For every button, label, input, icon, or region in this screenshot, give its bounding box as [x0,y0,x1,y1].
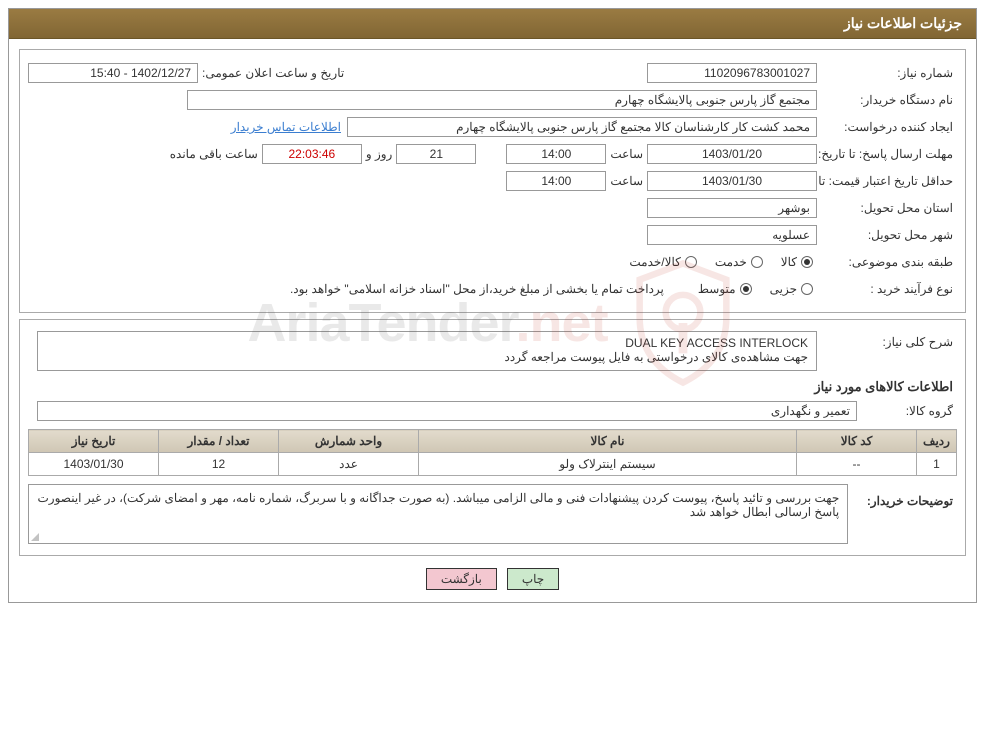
province-value: بوشهر [647,198,817,218]
items-heading: اطلاعات کالاهای مورد نیاز [32,379,953,395]
requester-label: ایجاد کننده درخواست: [817,120,957,134]
radio-medium-label: متوسط [698,282,736,296]
col-name: نام کالا [419,430,797,453]
col-code: کد کالا [797,430,917,453]
announce-label: تاریخ و ساعت اعلان عمومی: [198,66,348,80]
radio-medium[interactable]: متوسط [698,282,752,296]
need-number-label: شماره نیاز: [817,66,957,80]
radio-icon [685,256,697,268]
radio-service-label: خدمت [715,255,747,269]
col-unit: واحد شمارش [279,430,419,453]
classification-label: طبقه بندی موضوعی: [817,255,957,269]
time-label-2: ساعت [606,174,647,188]
classification-radios: کالا خدمت کالا/خدمت [629,255,817,269]
validity-date: 1403/01/30 [647,171,817,191]
announce-value: 1402/12/27 - 15:40 [28,63,198,83]
description-label: شرح کلی نیاز: [817,331,957,349]
print-button[interactable]: چاپ [507,568,559,590]
validity-time: 14:00 [506,171,606,191]
reply-deadline-time: 14:00 [506,144,606,164]
radio-goods-label: کالا [781,255,797,269]
validity-label: حداقل تاریخ اعتبار قیمت: تا تاریخ: [817,174,957,188]
cell-row: 1 [917,453,957,476]
radio-goods[interactable]: کالا [781,255,813,269]
section-general: شماره نیاز: 1102096783001027 تاریخ و ساع… [19,49,966,313]
back-button[interactable]: بازگشت [426,568,497,590]
table-row: 1 -- سیستم اینترلاک ولو عدد 12 1403/01/3… [29,453,957,476]
cell-code: -- [797,453,917,476]
days-remaining: 21 [396,144,476,164]
button-row: چاپ بازگشت [9,568,976,590]
radio-icon [801,256,813,268]
radio-icon [801,283,813,295]
cell-unit: عدد [279,453,419,476]
radio-service[interactable]: خدمت [715,255,763,269]
goods-group-label: گروه کالا: [857,404,957,418]
items-table: ردیف کد کالا نام کالا واحد شمارش تعداد /… [28,429,957,476]
buyer-notes-label: توضیحات خریدار: [848,484,957,508]
radio-icon [751,256,763,268]
need-number-value: 1102096783001027 [647,63,817,83]
table-header-row: ردیف کد کالا نام کالا واحد شمارش تعداد /… [29,430,957,453]
city-label: شهر محل تحویل: [817,228,957,242]
province-label: استان محل تحویل: [817,201,957,215]
days-label: روز و [362,147,397,161]
goods-group-value: تعمیر و نگهداری [37,401,857,421]
buyer-org-value: مجتمع گاز پارس جنوبی پالایشگاه چهارم [187,90,817,110]
cell-name: سیستم اینترلاک ولو [419,453,797,476]
purchase-process-label: نوع فرآیند خرید : [817,282,957,296]
buyer-org-label: نام دستگاه خریدار: [817,93,957,107]
radio-partial-label: جزیی [770,282,797,296]
reply-deadline-label: مهلت ارسال پاسخ: تا تاریخ: [817,147,957,161]
page-frame: جزئیات اطلاعات نیاز شماره نیاز: 11020967… [8,8,977,603]
city-value: عسلویه [647,225,817,245]
col-row: ردیف [917,430,957,453]
description-value: DUAL KEY ACCESS INTERLOCK جهت مشاهده‌ی ک… [37,331,817,371]
buyer-contact-link[interactable]: اطلاعات تماس خریدار [225,120,347,134]
buyer-notes-value: جهت بررسی و تائید پاسخ، پیوست کردن پیشنه… [28,484,848,544]
col-qty: تعداد / مقدار [159,430,279,453]
time-label-1: ساعت [606,147,647,161]
radio-partial[interactable]: جزیی [770,282,813,296]
col-date: تاریخ نیاز [29,430,159,453]
section-items: شرح کلی نیاز: DUAL KEY ACCESS INTERLOCK … [19,319,966,556]
radio-goods-service-label: کالا/خدمت [629,255,680,269]
requester-value: محمد کشت کار کارشناسان کالا مجتمع گاز پا… [347,117,817,137]
purchase-process-radios: جزیی متوسط [698,282,817,296]
remaining-label: ساعت باقی مانده [166,147,262,161]
cell-date: 1403/01/30 [29,453,159,476]
resize-handle-icon[interactable] [31,533,39,541]
radio-goods-service[interactable]: کالا/خدمت [629,255,696,269]
countdown-timer: 22:03:46 [262,144,362,164]
cell-qty: 12 [159,453,279,476]
purchase-process-note: پرداخت تمام یا بخشی از مبلغ خرید،از محل … [286,282,668,296]
radio-icon [740,283,752,295]
page-title: جزئیات اطلاعات نیاز [9,9,976,39]
reply-deadline-date: 1403/01/20 [647,144,817,164]
